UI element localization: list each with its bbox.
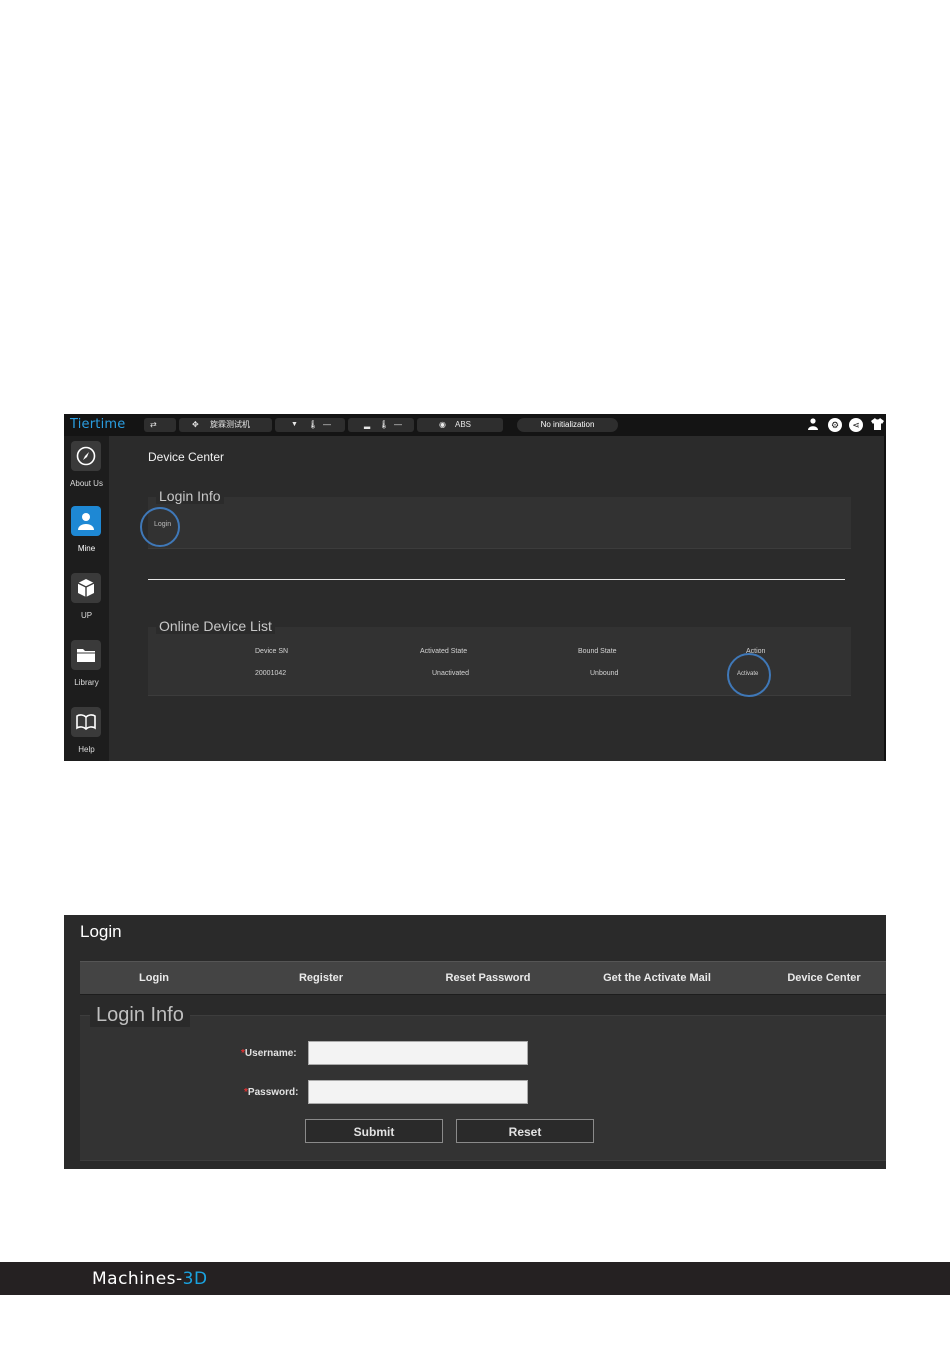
reset-button[interactable]: Reset: [456, 1119, 594, 1143]
bound-state-cell: Unbound: [590, 670, 619, 677]
username-field[interactable]: [308, 1041, 528, 1065]
material-indicator[interactable]: ◉ ABS: [417, 418, 503, 432]
login-info-panel: Login Info Login: [140, 488, 851, 549]
sidebar: About Us Mine UP Library Help: [64, 436, 109, 761]
submit-button[interactable]: Submit: [305, 1119, 443, 1143]
username-label: *Username:: [241, 1048, 297, 1059]
book-icon: [71, 707, 101, 737]
sidebar-item-label: Mine: [77, 544, 96, 553]
window-title: Login: [80, 922, 122, 941]
account-icon[interactable]: [806, 418, 820, 432]
column-header-bound-state: Bound State: [578, 648, 617, 655]
user-icon: [71, 506, 101, 536]
login-window-screenshot: Login Login Register Reset Password Get …: [64, 915, 886, 1169]
bed-icon: ▂: [364, 420, 371, 429]
page-footer: Machines-3D: [0, 1262, 950, 1295]
tab-get-activate-mail[interactable]: Get the Activate Mail: [580, 962, 734, 994]
device-center-view: Device Center Login Info Login Online De…: [109, 436, 884, 761]
tab-device-center[interactable]: Device Center: [750, 962, 886, 994]
sidebar-item-label: About Us: [70, 479, 103, 488]
tab-reset-password[interactable]: Reset Password: [414, 962, 562, 994]
tiertime-app-screenshot: Tiertime ⇄ ✥ 旋霖测试机 ▼ 🌡 — ▂ 🌡 — ◉ ABS No …: [64, 414, 886, 761]
sidebar-item-mine[interactable]: Mine: [64, 506, 109, 566]
login-info-legend: Login Info: [156, 488, 224, 504]
shirt-icon[interactable]: [870, 418, 884, 432]
sidebar-item-up[interactable]: UP: [64, 573, 109, 633]
password-field[interactable]: [308, 1080, 528, 1104]
nozzle-temperature: ▼ 🌡 —: [275, 418, 345, 432]
activate-link[interactable]: Activate: [737, 671, 758, 677]
share-icon[interactable]: ⋖: [849, 418, 863, 432]
material-name: ABS: [455, 420, 472, 429]
brand-accent-text: 3D: [182, 1269, 208, 1289]
printer-name: 旋霖测试机: [210, 420, 250, 429]
nozzle-temp-value: —: [323, 420, 331, 429]
machines-3d-logo: Machines-3D: [92, 1269, 208, 1289]
thermometer-icon: 🌡: [308, 420, 319, 429]
printer-selector[interactable]: ✥ 旋霖测试机: [179, 418, 272, 432]
cube-icon: [71, 573, 101, 603]
window-edge: [884, 436, 886, 761]
bed-temp-value: —: [394, 420, 402, 429]
folder-icon: [71, 640, 101, 670]
top-bar: Tiertime ⇄ ✥ 旋霖测试机 ▼ 🌡 — ▂ 🌡 — ◉ ABS No …: [64, 414, 886, 436]
sidebar-item-about-us[interactable]: About Us: [64, 441, 109, 501]
device-sn-cell: 20001042: [255, 670, 287, 677]
sidebar-item-label: UP: [80, 611, 93, 620]
password-label: *Password:: [244, 1087, 298, 1098]
column-header-activated-state: Activated State: [420, 648, 468, 655]
sidebar-item-help[interactable]: Help: [64, 707, 109, 761]
printer-status: No initialization: [517, 418, 618, 432]
activated-state-cell: Unactivated: [432, 670, 469, 677]
spool-icon: ◉: [439, 420, 446, 429]
brand-main-text: Machines-: [92, 1269, 183, 1289]
sidebar-item-library[interactable]: Library: [64, 640, 109, 700]
nozzle-icon: ▼: [291, 421, 298, 428]
login-link[interactable]: Login: [154, 521, 171, 528]
settings-icon[interactable]: ⚙: [828, 418, 842, 432]
tab-login[interactable]: Login: [80, 962, 228, 994]
login-info-legend: Login Info: [90, 1004, 190, 1027]
usb-icon: ⇄: [150, 420, 157, 429]
page-title: Device Center: [148, 450, 225, 464]
online-device-list-panel: Online Device List Device SN Activated S…: [148, 618, 851, 697]
username-label-text: Username:: [244, 1048, 297, 1059]
tiertime-logo: Tiertime: [70, 417, 126, 432]
device-list-legend: Online Device List: [156, 618, 275, 634]
printer-icon: ✥: [192, 420, 199, 429]
compass-icon: [71, 441, 101, 471]
password-label-text: Password:: [247, 1087, 299, 1098]
tab-register[interactable]: Register: [247, 962, 395, 994]
divider: [148, 579, 845, 580]
thermometer-icon: 🌡: [379, 420, 390, 429]
sidebar-item-label: Library: [74, 678, 99, 687]
sidebar-item-label: Help: [78, 745, 95, 754]
login-info-form: Login Info *Username: *Password: Submit …: [80, 1004, 886, 1161]
tab-bar: Login Register Reset Password Get the Ac…: [80, 961, 886, 995]
column-header-device-sn: Device SN: [255, 648, 289, 655]
bed-temperature: ▂ 🌡 —: [348, 418, 414, 432]
usb-connection[interactable]: ⇄: [144, 418, 176, 432]
